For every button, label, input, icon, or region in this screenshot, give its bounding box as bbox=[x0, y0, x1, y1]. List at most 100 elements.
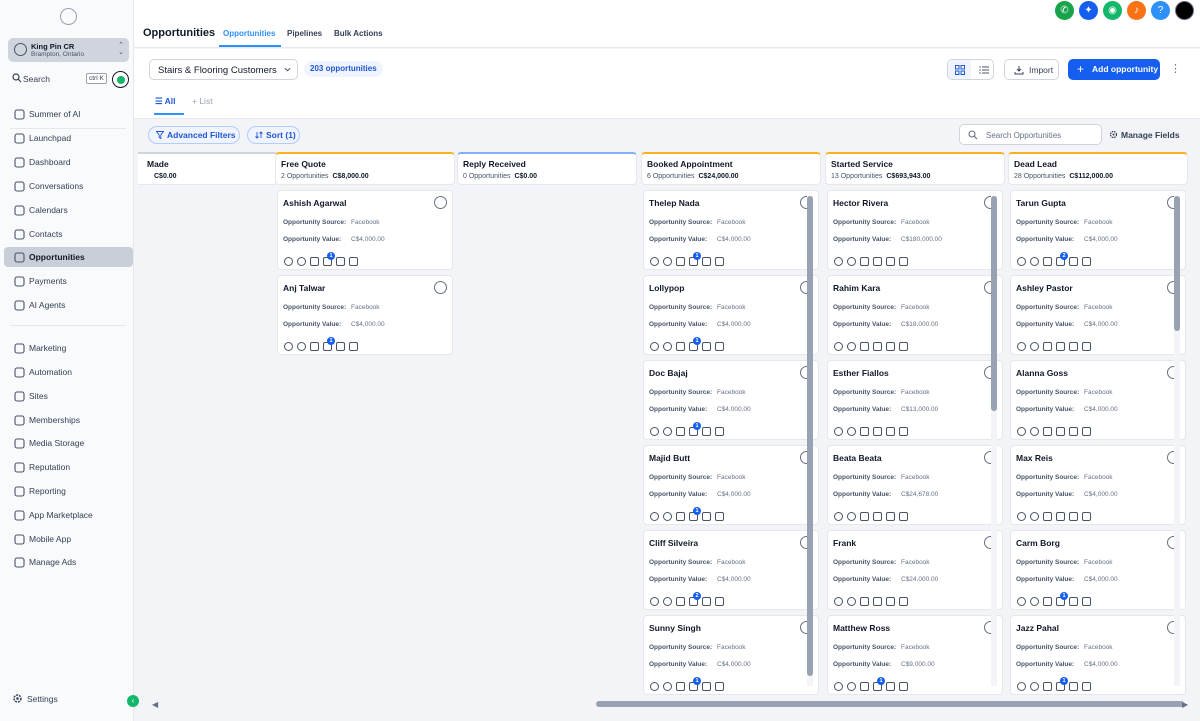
task-icon[interactable] bbox=[1069, 512, 1078, 521]
note-icon[interactable] bbox=[873, 597, 882, 606]
message-icon[interactable] bbox=[847, 427, 856, 436]
phone-icon[interactable] bbox=[834, 427, 843, 436]
phone-icon[interactable] bbox=[650, 257, 659, 266]
note-icon[interactable]: 2 bbox=[689, 592, 701, 606]
message-icon[interactable] bbox=[1030, 342, 1039, 351]
task-icon[interactable] bbox=[886, 512, 895, 521]
sidebar-item-conversations[interactable]: Conversations bbox=[4, 176, 133, 196]
scroll-right-icon[interactable]: ▶ bbox=[1182, 700, 1188, 710]
phone-icon[interactable] bbox=[284, 342, 293, 351]
opportunity-card[interactable]: Anj Talwar Opportunity Source: Facebook Opp… bbox=[277, 275, 453, 355]
message-icon[interactable] bbox=[663, 427, 672, 436]
pipeline-select[interactable]: Stairs & Flooring Customers bbox=[149, 59, 298, 80]
phone-icon[interactable] bbox=[650, 342, 659, 351]
phone-icon[interactable] bbox=[834, 257, 843, 266]
tag-icon[interactable] bbox=[310, 257, 319, 266]
calendar-icon[interactable] bbox=[1082, 512, 1091, 521]
opportunity-card[interactable]: Tarun Gupta Opportunity Source: Facebook Op… bbox=[1010, 190, 1186, 270]
message-icon[interactable] bbox=[847, 512, 856, 521]
opportunity-card[interactable]: Doc Bajaj Opportunity Source: Facebook Oppo… bbox=[643, 360, 819, 440]
note-icon[interactable]: 1 bbox=[689, 252, 701, 266]
opportunity-card[interactable]: Jazz Pahal Opportunity Source: Facebook Opp… bbox=[1010, 615, 1186, 695]
sidebar-item-sites[interactable]: Sites bbox=[4, 386, 133, 406]
calendar-icon[interactable] bbox=[899, 597, 908, 606]
opportunity-card[interactable]: Matthew Ross Opportunity Source: Facebook O… bbox=[827, 615, 1003, 695]
sidebar-item-ai-agents[interactable]: AI Agents bbox=[4, 295, 133, 315]
tag-icon[interactable] bbox=[676, 427, 685, 436]
sidebar-item-mobile-app[interactable]: Mobile App bbox=[4, 529, 133, 549]
opportunity-card[interactable]: Esther Fiallos Opportunity Source: Faceboo… bbox=[827, 360, 1003, 440]
opportunity-card[interactable]: Carm Borg Opportunity Source: Facebook Oppo… bbox=[1010, 530, 1186, 610]
tab-opportunities[interactable]: Opportunities bbox=[223, 29, 275, 38]
sidebar-item-dashboard[interactable]: Dashboard bbox=[4, 152, 133, 172]
message-icon[interactable] bbox=[663, 512, 672, 521]
horizontal-scrollbar[interactable]: ◀ ▶ bbox=[148, 700, 1188, 710]
calendar-icon[interactable] bbox=[715, 512, 724, 521]
tag-icon[interactable] bbox=[860, 682, 869, 691]
message-icon[interactable] bbox=[1030, 427, 1039, 436]
manage-fields-button[interactable]: Manage Fields bbox=[1109, 130, 1180, 140]
message-icon[interactable] bbox=[847, 682, 856, 691]
task-icon[interactable] bbox=[886, 342, 895, 351]
calendar-icon[interactable] bbox=[715, 427, 724, 436]
message-icon[interactable] bbox=[663, 342, 672, 351]
phone-icon[interactable] bbox=[650, 427, 659, 436]
note-icon[interactable]: 1 bbox=[689, 337, 701, 351]
calendar-icon[interactable] bbox=[899, 682, 908, 691]
note-icon[interactable]: 2 bbox=[1056, 252, 1068, 266]
opportunity-card[interactable]: Ashish Agarwal Opportunity Source: Faceboo… bbox=[277, 190, 453, 270]
sidebar-item-marketing[interactable]: Marketing bbox=[4, 338, 133, 358]
view-tab-add-list[interactable]: + List bbox=[192, 96, 213, 106]
task-icon[interactable] bbox=[886, 597, 895, 606]
message-icon[interactable] bbox=[1030, 257, 1039, 266]
phone-icon[interactable] bbox=[834, 512, 843, 521]
sidebar-item-opportunities[interactable]: Opportunities bbox=[4, 247, 133, 267]
task-icon[interactable] bbox=[336, 257, 345, 266]
task-icon[interactable] bbox=[1069, 427, 1078, 436]
tag-icon[interactable] bbox=[860, 597, 869, 606]
note-icon[interactable]: 1 bbox=[873, 677, 885, 691]
tag-icon[interactable] bbox=[860, 342, 869, 351]
column-scrollbar[interactable] bbox=[807, 196, 813, 686]
phone-icon[interactable] bbox=[834, 682, 843, 691]
phone-icon[interactable] bbox=[1017, 682, 1026, 691]
import-button[interactable]: Import bbox=[1004, 59, 1059, 80]
note-icon[interactable]: 1 bbox=[1056, 677, 1068, 691]
message-icon[interactable] bbox=[1030, 512, 1039, 521]
tag-icon[interactable] bbox=[1043, 427, 1052, 436]
phone-icon[interactable] bbox=[650, 682, 659, 691]
sidebar-item-app-marketplace[interactable]: App Marketplace bbox=[4, 505, 133, 525]
more-options-icon[interactable]: ⋮ bbox=[1170, 61, 1181, 77]
phone-icon[interactable] bbox=[284, 257, 293, 266]
calendar-icon[interactable] bbox=[1082, 682, 1091, 691]
task-icon[interactable] bbox=[1069, 342, 1078, 351]
tag-icon[interactable] bbox=[1043, 342, 1052, 351]
tag-icon[interactable] bbox=[1043, 597, 1052, 606]
column-scroll-thumb[interactable] bbox=[991, 196, 997, 411]
task-icon[interactable] bbox=[886, 682, 895, 691]
calendar-icon[interactable] bbox=[899, 257, 908, 266]
task-icon[interactable] bbox=[702, 512, 711, 521]
column-scroll-thumb[interactable] bbox=[807, 196, 813, 676]
tag-icon[interactable] bbox=[860, 512, 869, 521]
calendar-icon[interactable] bbox=[715, 682, 724, 691]
sidebar-item-automation[interactable]: Automation bbox=[4, 362, 133, 382]
message-icon[interactable] bbox=[663, 682, 672, 691]
quick-action-button[interactable] bbox=[112, 71, 129, 88]
tag-icon[interactable] bbox=[676, 597, 685, 606]
opportunity-card[interactable]: Max Reis Opportunity Source: Facebook Oppor… bbox=[1010, 445, 1186, 525]
calendar-icon[interactable] bbox=[715, 342, 724, 351]
tag-icon[interactable] bbox=[310, 342, 319, 351]
message-icon[interactable] bbox=[847, 342, 856, 351]
phone-icon[interactable]: ✆ bbox=[1055, 1, 1074, 20]
tag-icon[interactable] bbox=[676, 342, 685, 351]
megaphone-icon[interactable]: ◉ bbox=[1103, 1, 1122, 20]
search-opportunities-input[interactable]: Search Opportunities bbox=[959, 124, 1102, 145]
assign-user-icon[interactable] bbox=[434, 281, 447, 294]
note-icon[interactable] bbox=[873, 512, 882, 521]
message-icon[interactable] bbox=[663, 257, 672, 266]
task-icon[interactable] bbox=[702, 682, 711, 691]
sidebar-item-media-storage[interactable]: Media Storage bbox=[4, 433, 133, 453]
phone-icon[interactable] bbox=[1017, 427, 1026, 436]
message-icon[interactable] bbox=[1030, 682, 1039, 691]
